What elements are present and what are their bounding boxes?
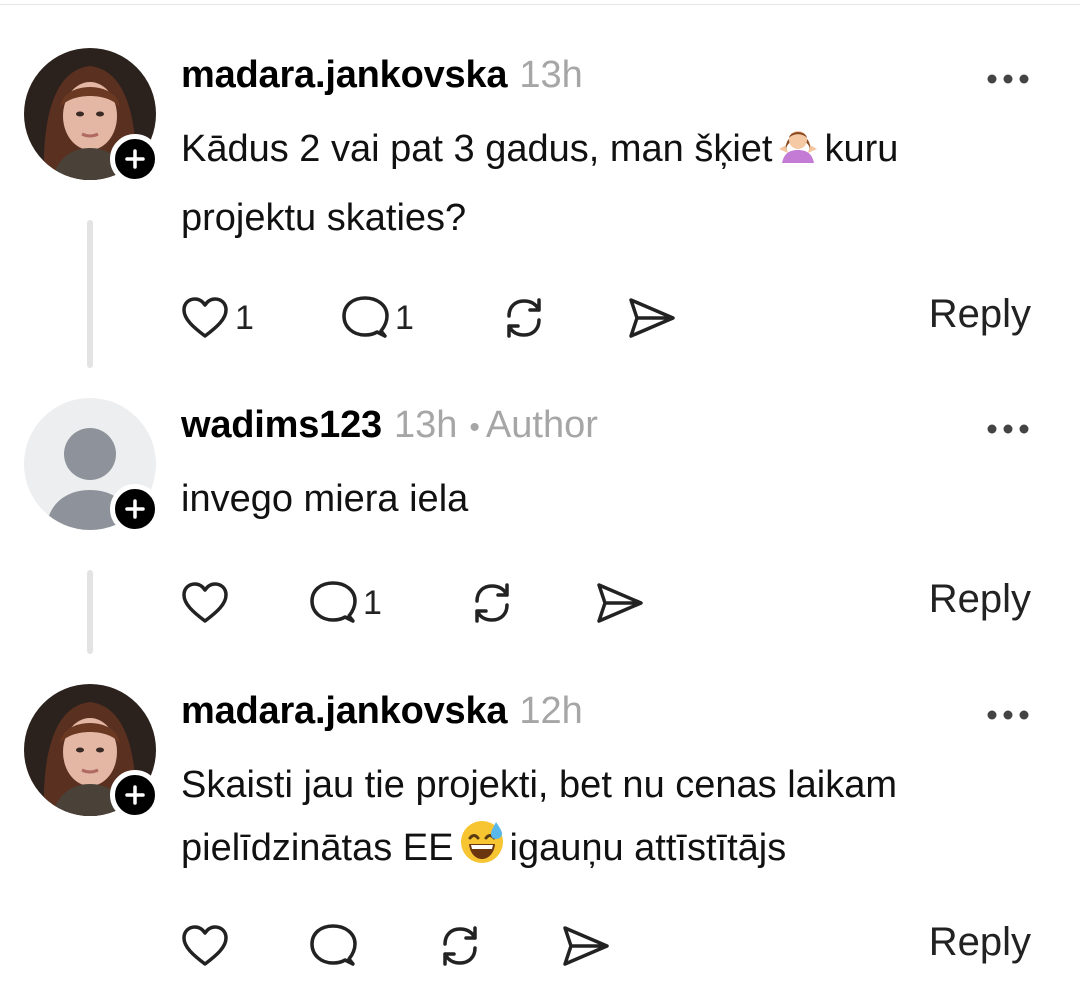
comment-text: Skaisti jau tie projekti, bet nu cenas l… [181, 754, 1041, 886]
thread-line [87, 570, 93, 654]
comment-button[interactable]: 1 [341, 288, 414, 348]
comment-text-part: Kādus 2 vai pat 3 gadus, man šķiet [181, 128, 773, 170]
repost-icon [475, 583, 509, 623]
send-icon [563, 926, 609, 966]
meta-separator: • [469, 411, 480, 444]
plus-icon [125, 785, 145, 805]
repost-button[interactable] [435, 916, 485, 976]
plus-icon [125, 499, 145, 519]
share-button[interactable] [561, 916, 611, 976]
follow-badge[interactable] [110, 134, 160, 184]
reply-button[interactable]: Reply [929, 577, 1031, 622]
action-bar: 1 1 Reply [181, 288, 1041, 348]
comment-text-part: igauņu attīstītājs [509, 827, 787, 869]
more-button[interactable] [986, 72, 1030, 90]
comment-icon [310, 581, 357, 623]
like-button[interactable] [181, 916, 229, 976]
action-bar: Reply [181, 916, 1041, 976]
avatar[interactable] [24, 684, 160, 820]
more-icon [987, 710, 1029, 720]
timestamp: 13h [393, 404, 458, 446]
comment-header: wadims123 13h • Author [181, 404, 598, 447]
follow-badge[interactable] [110, 770, 160, 820]
timestamp: 13h [519, 54, 583, 96]
comment-header: madara.jankovska 13h [181, 54, 583, 97]
comment-icon [310, 924, 357, 966]
like-button[interactable] [181, 573, 229, 633]
reply-button[interactable]: Reply [929, 292, 1031, 337]
comment-text: invego miera iela [181, 468, 1041, 531]
avatar[interactable] [24, 48, 160, 184]
repost-button[interactable] [499, 288, 549, 348]
comment-button[interactable]: 1 [309, 573, 382, 633]
username[interactable]: madara.jankovska [181, 54, 508, 97]
grinning-face-with-sweat-icon [458, 818, 506, 886]
repost-icon [507, 298, 541, 338]
send-icon [597, 583, 643, 623]
top-divider [0, 0, 1080, 5]
share-button[interactable] [595, 573, 645, 633]
reply-button[interactable]: Reply [929, 920, 1031, 965]
share-button[interactable] [627, 288, 677, 348]
heart-icon [182, 297, 228, 338]
like-count: 1 [235, 298, 254, 337]
like-button[interactable]: 1 [181, 288, 254, 348]
thread-line [87, 220, 93, 368]
heart-icon [182, 582, 228, 623]
repost-button[interactable] [467, 573, 517, 633]
comment-item: wadims123 13h • Author invego miera iela… [0, 398, 1080, 668]
repost-icon [443, 926, 477, 966]
timestamp: 12h [519, 690, 583, 732]
reply-count: 1 [363, 583, 382, 622]
comment-text: Kādus 2 vai pat 3 gadus, man šķiet kuru … [181, 118, 1041, 250]
plus-icon [125, 149, 145, 169]
follow-badge[interactable] [110, 484, 160, 534]
more-icon [987, 424, 1029, 434]
comment-text-part: invego miera iela [181, 478, 469, 520]
send-icon [629, 298, 675, 338]
heart-icon [182, 925, 228, 966]
comment-icon [342, 296, 389, 338]
comment-item: madara.jankovska 13h Kādus 2 vai pat 3 g… [0, 48, 1080, 378]
author-badge: Author [485, 404, 598, 446]
more-button[interactable] [986, 708, 1030, 726]
more-icon [987, 74, 1029, 84]
action-bar: 1 Reply [181, 573, 1041, 633]
username[interactable]: madara.jankovska [181, 690, 508, 733]
person-shrugging-icon [776, 123, 820, 187]
comment-header: madara.jankovska 12h [181, 690, 583, 733]
comment-item: madara.jankovska 12h Skaisti jau tie pro… [0, 684, 1080, 998]
reply-count: 1 [395, 298, 414, 337]
more-button[interactable] [986, 422, 1030, 440]
username[interactable]: wadims123 [181, 404, 382, 447]
comment-button[interactable] [309, 916, 357, 976]
avatar[interactable] [24, 398, 160, 534]
